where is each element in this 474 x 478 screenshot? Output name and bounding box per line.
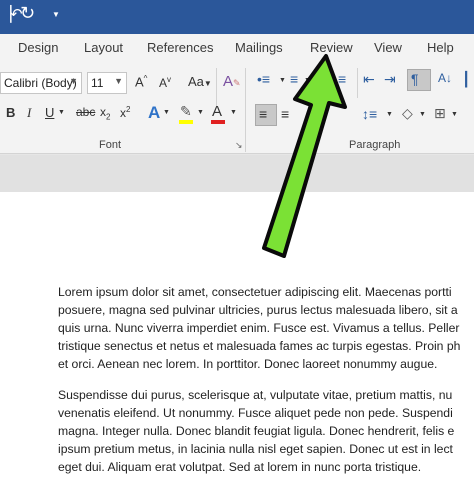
text-line: eget dui. Aliquam erat volutpat. Sed at … bbox=[58, 460, 422, 474]
separator bbox=[245, 68, 246, 152]
text-line: ipsum pretium metus, in lacinia nulla ni… bbox=[58, 442, 453, 456]
line-spacing-menu-icon[interactable]: ▼ bbox=[386, 111, 393, 118]
shading-icon[interactable]: ◇ bbox=[402, 106, 413, 120]
show-formatting-marks-icon[interactable]: ¶ bbox=[411, 72, 419, 86]
align-left-icon[interactable]: ≡ bbox=[259, 107, 267, 121]
text-line: venenatis eleifend. Ut nonummy. Fusce al… bbox=[58, 406, 453, 420]
font-color-bar bbox=[211, 120, 225, 124]
ribbon-tabs: Design Layout References Mailings Review… bbox=[0, 34, 474, 62]
chevron-down-icon: ▼ bbox=[69, 76, 78, 86]
bullets-menu-icon[interactable]: ▼ bbox=[279, 77, 286, 84]
text-effects-menu-icon[interactable]: ▼ bbox=[163, 109, 170, 116]
bullets-icon[interactable]: •≡ bbox=[257, 72, 270, 86]
strikethrough-icon[interactable]: abc bbox=[76, 106, 95, 118]
shrink-font-icon[interactable]: Av bbox=[159, 76, 171, 90]
tab-review[interactable]: Review bbox=[310, 40, 353, 55]
highlight-color-bar bbox=[179, 120, 193, 124]
align-center-icon[interactable]: ≡ bbox=[281, 107, 289, 121]
underline-menu-icon[interactable]: ▼ bbox=[58, 109, 65, 116]
borders-icon[interactable]: ⊞ bbox=[434, 106, 446, 120]
document-paragraph-1[interactable]: Lorem ipsum dolor sit amet, consectetuer… bbox=[58, 283, 474, 373]
redo-icon[interactable]: ↻ bbox=[20, 3, 35, 24]
decrease-indent-icon[interactable]: ⇤ bbox=[363, 72, 375, 86]
clear-formatting-icon[interactable]: A✎ bbox=[223, 74, 241, 89]
separator bbox=[357, 68, 358, 98]
increase-indent-icon[interactable]: ⇥ bbox=[384, 72, 396, 86]
highlight-icon[interactable]: ✎ bbox=[180, 104, 192, 118]
change-case-icon[interactable]: Aa▼ bbox=[188, 75, 212, 88]
separator bbox=[216, 68, 217, 106]
tab-help[interactable]: Help bbox=[427, 40, 454, 55]
document-paragraph-2[interactable]: Suspendisse dui purus, scelerisque at, v… bbox=[58, 386, 474, 476]
paragraph-group-label: Paragraph bbox=[349, 139, 401, 151]
tab-references[interactable]: References bbox=[147, 40, 213, 55]
bold-icon[interactable]: B bbox=[6, 106, 15, 119]
font-dialog-launcher-icon[interactable]: ↘ bbox=[235, 141, 243, 150]
text-line: Lorem ipsum dolor sit amet, consectetuer… bbox=[58, 285, 452, 299]
highlight-menu-icon[interactable]: ▼ bbox=[197, 109, 204, 116]
line-spacing-icon[interactable]: ↕≡ bbox=[362, 107, 377, 121]
subscript-icon[interactable]: x2 bbox=[100, 106, 110, 121]
text-line: quis urna. Nunc viverra imperdiet enim. … bbox=[58, 321, 460, 335]
text-line: et orci. Aenean nec lorem. In porttitor.… bbox=[58, 357, 438, 371]
font-color-menu-icon[interactable]: ▼ bbox=[230, 109, 237, 116]
font-name-combo[interactable]: Calibri (Body) ▼ bbox=[0, 72, 82, 94]
numbering-icon[interactable]: ≡ bbox=[290, 72, 298, 86]
text-effects-icon[interactable]: A bbox=[148, 104, 160, 121]
font-size-combo[interactable]: 11 ▼ bbox=[87, 72, 127, 94]
italic-icon[interactable]: I bbox=[27, 106, 31, 119]
document-page[interactable]: Lorem ipsum dolor sit amet, consectetuer… bbox=[0, 192, 474, 478]
tab-design[interactable]: Design bbox=[18, 40, 58, 55]
underline-icon[interactable]: U bbox=[45, 106, 54, 119]
tab-layout[interactable]: Layout bbox=[84, 40, 123, 55]
grow-font-icon[interactable]: A^ bbox=[135, 75, 147, 89]
text-line: Suspendisse dui purus, scelerisque at, v… bbox=[58, 388, 453, 402]
text-line: tristique senectus et netus et malesuada… bbox=[58, 339, 461, 353]
multilevel-list-icon[interactable]: ≡ bbox=[338, 72, 346, 86]
ruler-area bbox=[0, 155, 474, 192]
text-line: magna. Integer nulla. Donec blandit feug… bbox=[58, 424, 455, 438]
shading-menu-icon[interactable]: ▼ bbox=[419, 111, 426, 118]
font-group-label: Font bbox=[99, 139, 122, 151]
numbering-menu-icon[interactable]: ▼ bbox=[304, 77, 311, 84]
font-color-icon[interactable]: A bbox=[212, 104, 222, 119]
ribbon: Calibri (Body) ▼ 11 ▼ A^ Av Aa▼ A✎ B I U… bbox=[0, 62, 474, 154]
paragraph-more-icon[interactable]: ┃ bbox=[462, 72, 470, 86]
tab-view[interactable]: View bbox=[374, 40, 402, 55]
tab-mailings[interactable]: Mailings bbox=[235, 40, 283, 55]
superscript-icon[interactable]: x2 bbox=[120, 106, 130, 120]
borders-menu-icon[interactable]: ▼ bbox=[451, 111, 458, 118]
quick-access-menu-icon[interactable]: ▼ bbox=[52, 10, 60, 19]
chevron-down-icon: ▼ bbox=[114, 76, 123, 86]
title-bar: ▕ ↶ ↻ ▼ bbox=[0, 0, 474, 34]
text-line: posuere, magna sed pulvinar ultricies, p… bbox=[58, 303, 458, 317]
sort-icon[interactable]: A↓ bbox=[438, 72, 452, 84]
font-name-value: Calibri (Body) bbox=[4, 76, 77, 90]
font-size-value: 11 bbox=[91, 76, 104, 90]
